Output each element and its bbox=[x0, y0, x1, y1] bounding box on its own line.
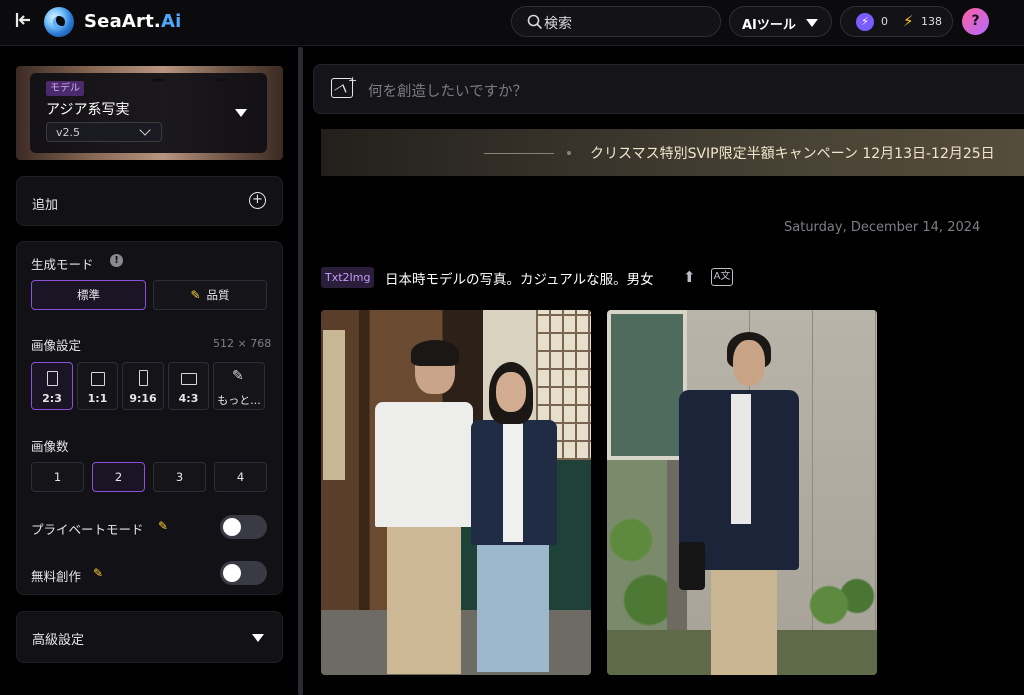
window bbox=[607, 310, 687, 460]
advanced-settings-panel[interactable]: 高級設定 bbox=[16, 611, 283, 663]
toggle-knob bbox=[223, 564, 241, 582]
brand-suffix: Ai bbox=[160, 11, 182, 32]
banner-dot bbox=[567, 151, 571, 155]
lightning-icon: ⚡ bbox=[903, 12, 914, 30]
generated-image-2[interactable] bbox=[607, 310, 877, 675]
ratio-label: もっと... bbox=[217, 394, 261, 407]
ratio-2-3-button[interactable]: 2:3 bbox=[31, 362, 73, 410]
mode-quality-button[interactable]: ✎ 品質 bbox=[153, 280, 267, 310]
energy-icon: ⚡ bbox=[856, 13, 874, 31]
add-panel[interactable]: 追加 + bbox=[16, 176, 283, 226]
caret-down-icon bbox=[252, 634, 264, 642]
mode-standard-label: 標準 bbox=[77, 288, 100, 302]
model-version-value: v2.5 bbox=[56, 126, 81, 139]
count-label: 2 bbox=[114, 470, 123, 484]
count-label: 3 bbox=[175, 470, 184, 484]
task-type-badge: Txt2Img bbox=[321, 267, 375, 288]
ratio-more-button[interactable]: ✎ もっと... bbox=[213, 362, 265, 410]
free-creation-toggle[interactable] bbox=[220, 561, 267, 585]
energy-count: 0 bbox=[881, 15, 888, 28]
info-icon[interactable]: ! bbox=[110, 254, 123, 267]
prompt-input[interactable]: + 何を創造したいですか？ bbox=[313, 64, 1024, 114]
search-icon bbox=[527, 14, 543, 30]
count-3-button[interactable]: 3 bbox=[153, 462, 206, 492]
free-creation-label: 無料創作 bbox=[31, 569, 82, 584]
search-button[interactable]: 検索 bbox=[511, 6, 721, 37]
arrow-up-icon[interactable]: ⬆ bbox=[683, 268, 696, 286]
ratio-1-1-button[interactable]: 1:1 bbox=[77, 362, 118, 410]
mode-standard-button[interactable]: 標準 bbox=[31, 280, 146, 310]
ai-tools-label: AIツール bbox=[742, 18, 796, 33]
caret-down-icon bbox=[806, 19, 818, 27]
tall-ratio-icon bbox=[139, 370, 148, 386]
sidebar-scrollbar[interactable] bbox=[298, 47, 303, 695]
woman-jeans bbox=[477, 542, 549, 672]
edit-icon: ✎ bbox=[232, 368, 244, 384]
promo-banner[interactable]: クリスマス特別SVIP限定半額キャンペーン 12月13日-12月25日 bbox=[321, 129, 1024, 176]
square-ratio-icon bbox=[91, 372, 105, 386]
woman-face bbox=[496, 372, 526, 412]
woman-inner-shirt bbox=[503, 422, 523, 542]
help-icon[interactable]: ? bbox=[962, 8, 989, 35]
translate-icon[interactable]: A文 bbox=[711, 268, 733, 286]
ratio-4-3-button[interactable]: 4:3 bbox=[168, 362, 209, 410]
sparkle-icon: + bbox=[348, 74, 358, 87]
count-label: 1 bbox=[53, 470, 62, 484]
ai-tools-dropdown[interactable]: AIツール bbox=[729, 6, 832, 37]
ratio-label: 9:16 bbox=[129, 392, 157, 405]
advanced-settings-label: 高級設定 bbox=[32, 633, 85, 648]
plus-circle-icon[interactable]: + bbox=[249, 192, 266, 209]
image-settings-title: 画像設定 bbox=[31, 338, 82, 353]
man-face bbox=[733, 340, 765, 386]
image-count-title: 画像数 bbox=[31, 439, 69, 454]
model-name: アジア系写実 bbox=[46, 102, 130, 118]
count-label: 4 bbox=[236, 470, 245, 484]
portrait-ratio-icon bbox=[47, 371, 58, 386]
seaart-logo[interactable] bbox=[44, 7, 74, 37]
add-label: 追加 bbox=[32, 198, 59, 213]
mode-quality-label: 品質 bbox=[206, 288, 230, 302]
model-caret-down-icon[interactable] bbox=[235, 109, 247, 117]
toggle-knob bbox=[223, 518, 241, 536]
generated-image-1[interactable] bbox=[321, 310, 591, 675]
collapse-sidebar-icon[interactable] bbox=[14, 11, 36, 33]
handbag bbox=[679, 542, 705, 590]
man-inner-shirt bbox=[731, 394, 751, 524]
ratio-9-16-button[interactable]: 9:16 bbox=[122, 362, 164, 410]
count-1-button[interactable]: 1 bbox=[31, 462, 84, 492]
generation-mode-title: 生成モード bbox=[31, 257, 94, 272]
model-tag: モデル bbox=[46, 81, 84, 96]
chevron-down-icon bbox=[139, 124, 151, 136]
generation-date: Saturday, December 14, 2024 bbox=[784, 220, 981, 235]
vip-icon: ✎ bbox=[190, 288, 201, 302]
man-pants bbox=[387, 522, 461, 674]
count-2-button[interactable]: 2 bbox=[92, 462, 145, 492]
private-mode-toggle[interactable] bbox=[220, 515, 267, 539]
ratio-label: 2:3 bbox=[42, 392, 62, 405]
ratio-label: 1:1 bbox=[87, 392, 108, 405]
vip-icon: ✎ bbox=[158, 519, 169, 533]
image-size-label: 512 × 768 bbox=[213, 337, 272, 350]
lightning-count: 138 bbox=[921, 15, 942, 28]
task-prompt-text[interactable]: 日本時モデルの写真。カジュアルな服。男女 bbox=[385, 268, 654, 288]
credits-display[interactable]: ⚡ 0 ⚡ 138 bbox=[840, 6, 953, 37]
vip-icon: ✎ bbox=[93, 566, 104, 580]
top-bar: SeaArt.Ai 検索 AIツール ⚡ 0 ⚡ 138 ? bbox=[0, 0, 1024, 46]
search-label: 検索 bbox=[544, 16, 572, 32]
man-shirt bbox=[375, 402, 473, 527]
brand-name[interactable]: SeaArt.Ai bbox=[84, 11, 181, 32]
count-4-button[interactable]: 4 bbox=[214, 462, 267, 492]
prompt-placeholder: 何を創造したいですか？ bbox=[368, 84, 528, 100]
private-mode-label: プライベートモード bbox=[31, 522, 144, 537]
model-version-select[interactable]: v2.5 bbox=[46, 122, 162, 142]
man-hair bbox=[411, 340, 459, 366]
landscape-ratio-icon bbox=[181, 373, 197, 385]
banner-text: クリスマス特別SVIP限定半額キャンペーン 12月13日-12月25日 bbox=[590, 146, 995, 162]
banner-divider bbox=[484, 153, 554, 154]
wooden-sign bbox=[323, 330, 345, 480]
ratio-label: 4:3 bbox=[178, 392, 199, 405]
